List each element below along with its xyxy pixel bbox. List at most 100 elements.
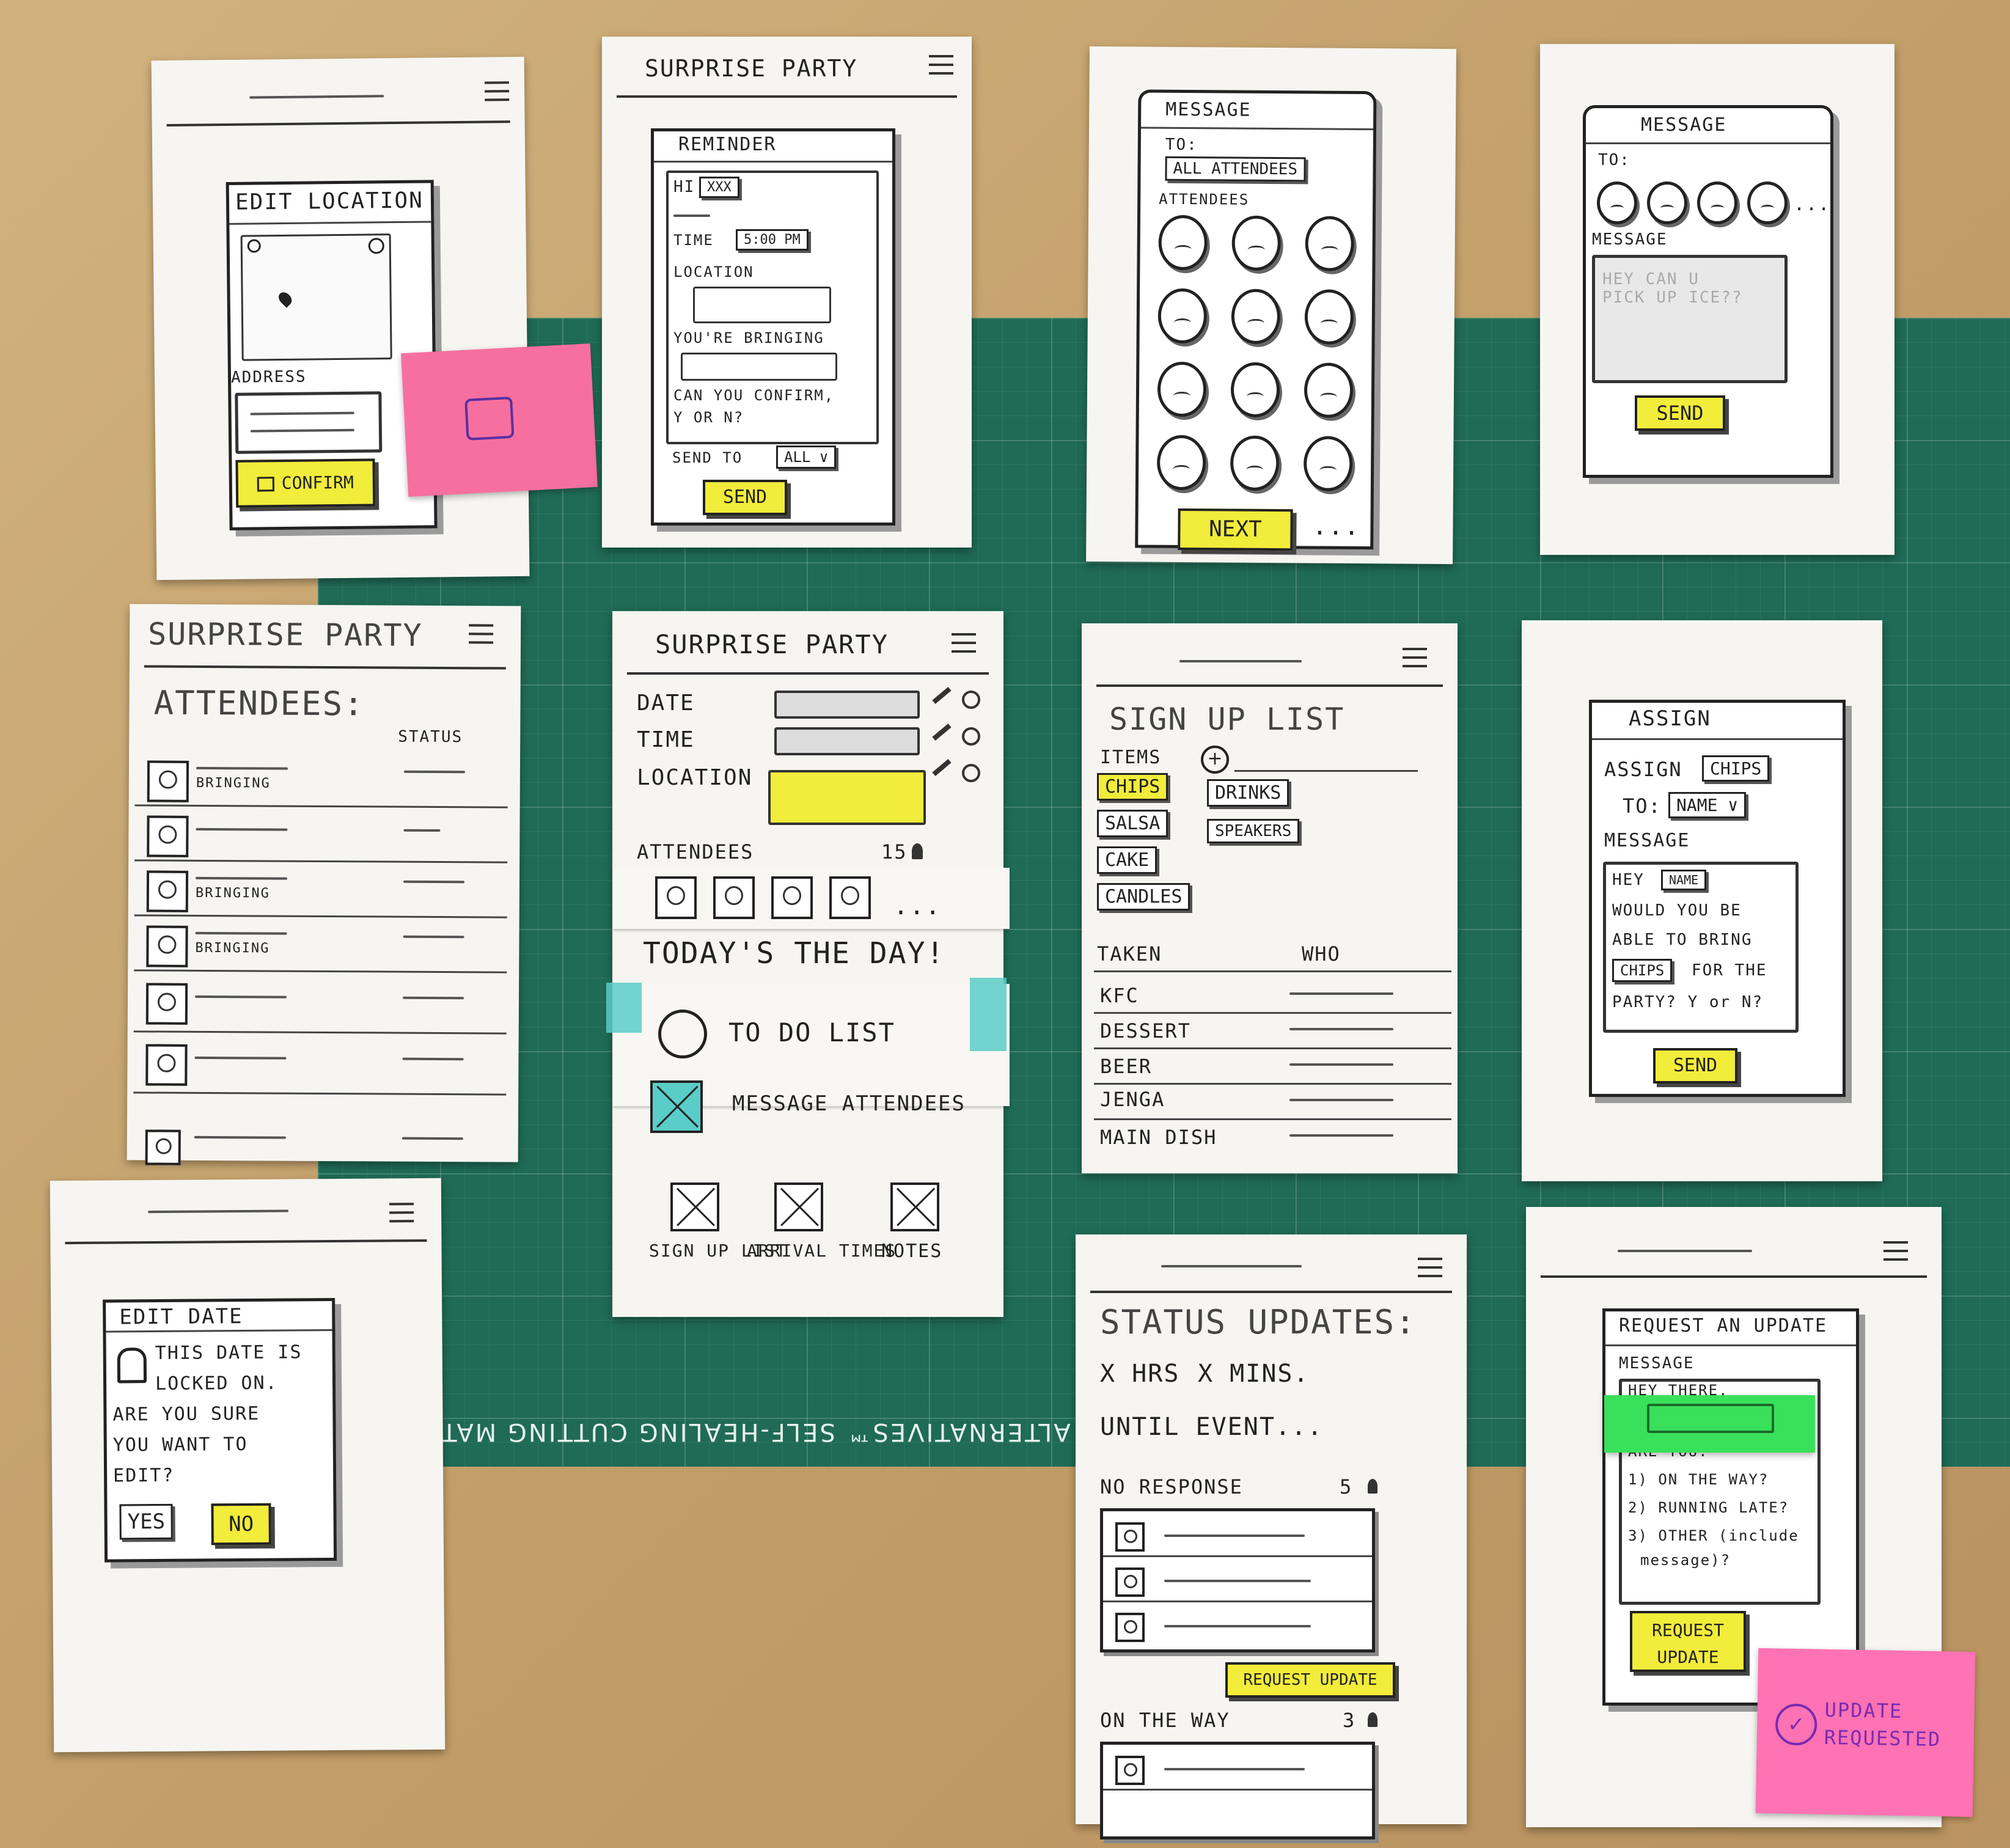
chevron-down-icon: ∨ [1728,795,1739,815]
edit-time-pencil-icon[interactable] [932,724,952,741]
attendee-avatar[interactable] [1230,435,1280,491]
yes-button[interactable]: YES [119,1503,174,1540]
attendee-avatar[interactable] [1230,362,1280,418]
map-view[interactable] [240,233,392,361]
attendee-avatar[interactable] [1231,288,1281,345]
attendee-avatar[interactable] [1157,288,1208,344]
time-field[interactable] [774,727,920,755]
name-dropdown[interactable]: NAME ∨ [1668,792,1747,818]
confirm-location-check-icon[interactable] [962,764,980,782]
message-attendees-link[interactable]: MESSAGE ATTENDEES [732,1091,966,1116]
message-textarea[interactable]: HEY NAME WOULD YOU BE ABLE TO BRING CHIP… [1603,862,1799,1033]
attendee-avatar[interactable] [1303,436,1353,491]
arrival-times-icon[interactable] [774,1182,823,1231]
avatar[interactable] [771,876,813,919]
attendee-row[interactable] [127,1111,518,1165]
time-field[interactable]: 5:00 PM [736,229,809,251]
send-button[interactable]: SEND [1653,1048,1737,1084]
next-button[interactable]: NEXT [1178,508,1293,551]
hamburger-menu-icon[interactable] [929,55,953,76]
sticky-text: REQUESTED [1824,1725,1942,1751]
taken-row[interactable]: MAIN DISH [1082,1120,1458,1155]
attendee-row[interactable]: BRINGING [129,750,520,809]
item-chip[interactable]: CHIPS [1097,773,1168,801]
item-chip[interactable]: SPEAKERS [1207,819,1300,843]
edit-date-pencil-icon[interactable] [932,687,952,704]
sign-up-list-icon[interactable] [670,1182,719,1231]
request-update-button[interactable]: REQUEST UPDATE [1225,1662,1395,1698]
message-attendees-icon[interactable] [650,1080,703,1133]
attendee-row[interactable] [128,970,519,1035]
avatar[interactable] [713,876,755,919]
arrival-times-link[interactable]: ARRIVAL TIMES [747,1241,897,1261]
date-field[interactable] [774,691,920,719]
taken-row[interactable]: BEER [1082,1049,1458,1085]
name-field[interactable]: XXX [699,177,739,198]
taken-row[interactable]: JENGA [1082,1084,1458,1120]
send-button[interactable]: SEND [1635,395,1725,431]
attendee-avatar[interactable] [1156,435,1206,491]
recipient-avatar[interactable] [1747,182,1788,224]
item-chip[interactable]: CAKE [1097,846,1157,874]
hamburger-menu-icon[interactable] [1403,648,1427,669]
add-item-plus-icon[interactable]: + [1201,746,1229,774]
list-item[interactable] [1103,1557,1372,1602]
hamburger-menu-icon[interactable] [1418,1258,1442,1278]
no-button[interactable]: NO [211,1503,271,1546]
taken-row[interactable]: DESSERT [1082,1013,1458,1049]
attendee-row[interactable]: BRINGING [128,915,519,974]
message-textarea[interactable]: HEY CAN U PICK UP ICE?? [1592,255,1788,383]
all-attendees-chip[interactable]: ALL ATTENDEES [1165,156,1306,182]
assign-item-chip[interactable]: CHIPS [1702,755,1770,782]
taken-row[interactable]: KFC [1082,978,1458,1014]
send-to-dropdown[interactable]: ALL ∨ [776,446,837,469]
logo-scribble [148,1209,289,1214]
send-button[interactable]: SEND [703,480,787,515]
hamburger-menu-icon[interactable] [952,633,976,654]
attendee-avatar[interactable] [1304,362,1354,418]
list-item[interactable] [1103,1745,1372,1791]
list-item[interactable] [1103,1602,1372,1647]
item-chip[interactable]: DRINKS [1207,779,1289,807]
search-icon[interactable] [247,239,261,253]
attendee-avatar[interactable] [1305,216,1355,271]
attendee-row[interactable] [127,1032,519,1096]
confirm-date-check-icon[interactable] [962,691,980,709]
item-chip[interactable]: SALSA [1097,810,1168,837]
notes-icon[interactable] [890,1182,939,1231]
address-input[interactable] [235,391,383,454]
hamburger-menu-icon[interactable] [469,624,494,645]
edit-location-pencil-icon[interactable] [932,759,952,776]
taken-item: DESSERT [1100,1019,1191,1043]
attendee-row[interactable]: BRINGING [128,860,519,919]
hamburger-menu-icon[interactable] [484,81,510,102]
title-divider [1586,142,1830,144]
message-label: MESSAGE [1592,230,1668,249]
confirm-time-check-icon[interactable] [962,727,980,746]
todo-list-icon[interactable] [658,1010,707,1058]
message-dialog: MESSAGE TO: ALL ATTENDEES ATTENDEES [1135,89,1377,550]
location-field[interactable] [768,770,926,825]
hamburger-menu-icon[interactable] [1883,1241,1908,1262]
notes-link[interactable]: NOTES [881,1241,942,1262]
location-field[interactable] [693,287,831,323]
todo-list-link[interactable]: TO DO LIST [728,1018,895,1047]
attendee-avatar[interactable] [1231,215,1282,271]
recipient-avatar[interactable] [1697,182,1737,224]
recipient-avatar[interactable] [1597,182,1637,224]
locate-icon[interactable] [368,238,384,254]
avatar[interactable] [655,876,697,919]
request-update-button[interactable]: REQUEST UPDATE [1630,1611,1746,1672]
card-message-select: MESSAGE TO: ALL ATTENDEES ATTENDEES NEXT… [1086,46,1456,565]
attendee-avatar[interactable] [1304,289,1354,345]
item-chip[interactable]: CANDLES [1097,883,1190,911]
recipient-avatar[interactable] [1647,182,1687,224]
list-item[interactable] [1103,1511,1372,1557]
confirm-button[interactable]: CONFIRM [235,458,376,508]
hamburger-menu-icon[interactable] [389,1203,414,1223]
avatar[interactable] [829,876,871,919]
bringing-field[interactable] [681,353,837,381]
attendee-avatar[interactable] [1157,361,1207,417]
attendee-avatar[interactable] [1158,215,1208,271]
attendee-row[interactable] [128,805,519,864]
